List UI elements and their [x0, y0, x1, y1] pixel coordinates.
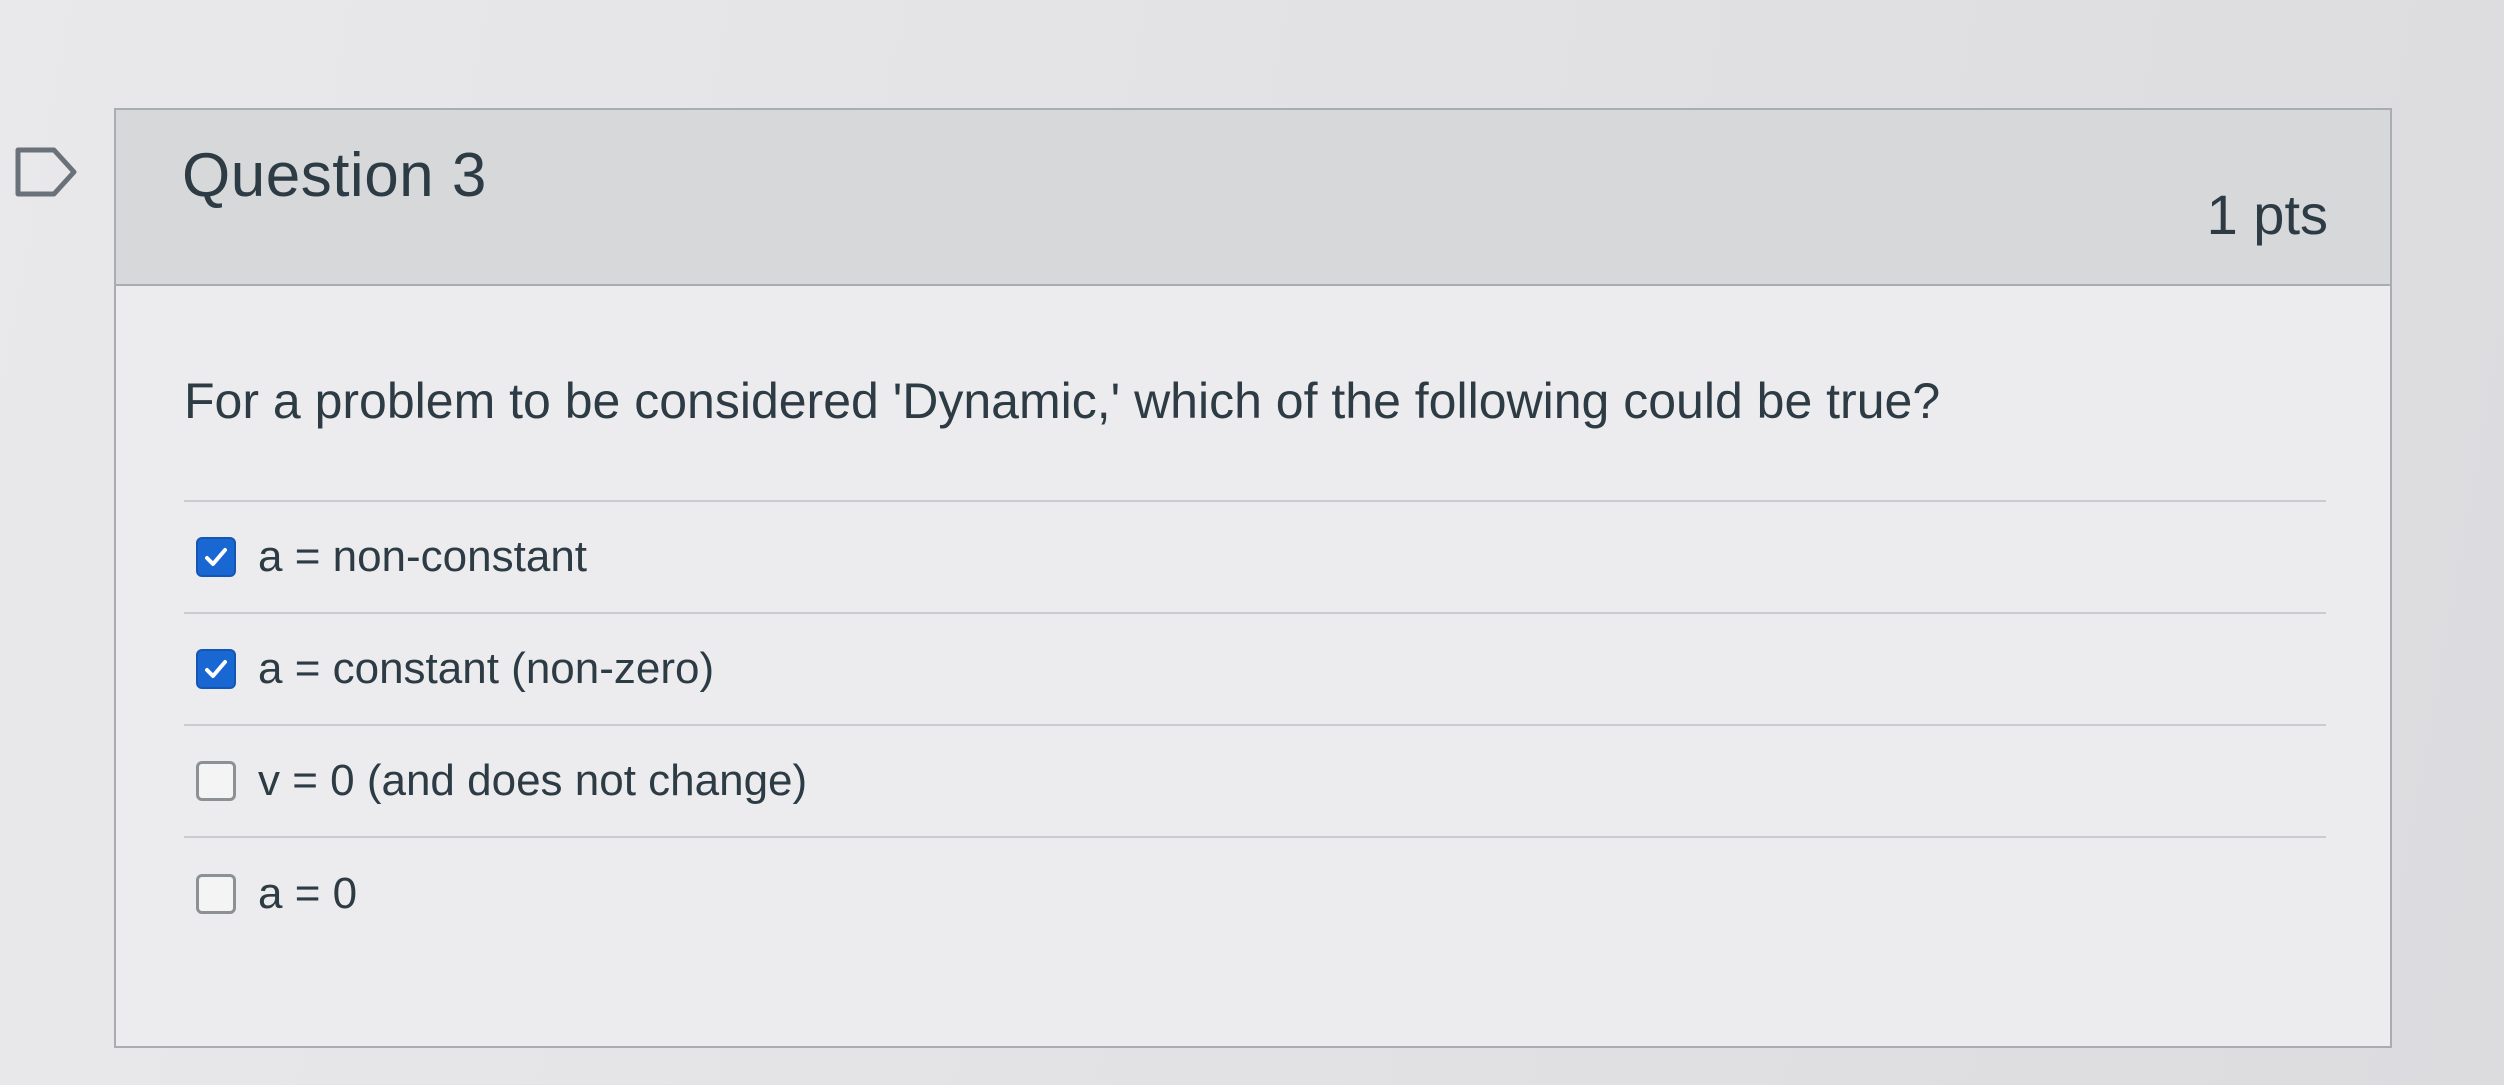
question-header: Question 3 1 pts [116, 110, 2390, 286]
answer-1-label[interactable]: a = non-constant [258, 532, 587, 582]
answer-list: a = non-constant a = constant (non-zero)… [184, 500, 2326, 950]
question-card: Question 3 1 pts For a problem to be con… [114, 108, 2392, 1048]
flag-question-icon[interactable] [14, 146, 78, 198]
answer-4-label[interactable]: a = 0 [258, 869, 357, 919]
answer-4-checkbox[interactable] [196, 874, 236, 914]
answer-option-4[interactable]: a = 0 [184, 838, 2326, 950]
answer-3-checkbox[interactable] [196, 761, 236, 801]
question-points: 1 pts [2206, 183, 2328, 246]
answer-1-checkbox[interactable] [196, 537, 236, 577]
answer-option-3[interactable]: v = 0 (and does not change) [184, 726, 2326, 838]
checkmark-icon [205, 548, 227, 566]
answer-3-label[interactable]: v = 0 (and does not change) [258, 756, 807, 806]
question-title: Question 3 [182, 141, 487, 210]
answer-2-label[interactable]: a = constant (non-zero) [258, 644, 714, 694]
answer-2-checkbox[interactable] [196, 649, 236, 689]
checkmark-icon [205, 660, 227, 678]
question-text: For a problem to be considered 'Dynamic,… [184, 373, 1941, 429]
quiz-page: Question 3 1 pts For a problem to be con… [0, 0, 2504, 1085]
answer-option-2[interactable]: a = constant (non-zero) [184, 614, 2326, 726]
answer-option-1[interactable]: a = non-constant [184, 502, 2326, 614]
